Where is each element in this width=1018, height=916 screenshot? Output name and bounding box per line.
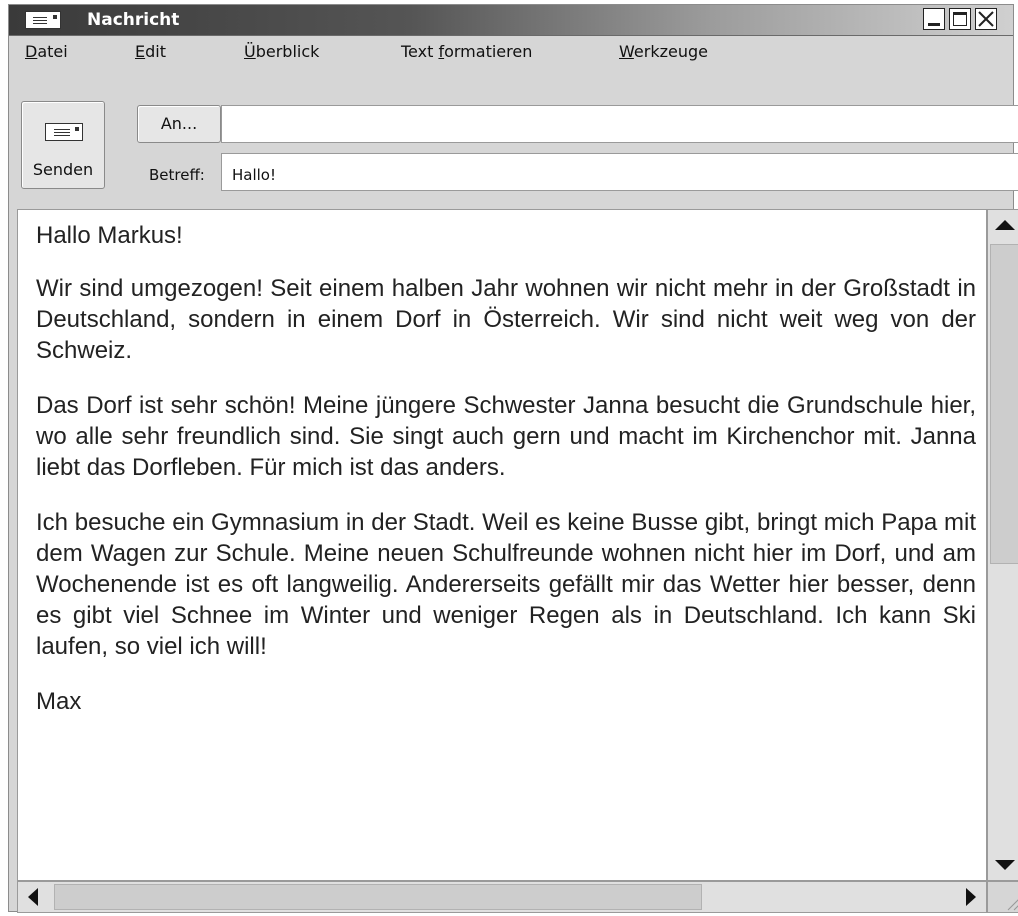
title-bar[interactable]: Nachricht (9, 5, 1013, 36)
menu-datei[interactable]: Datei (25, 42, 68, 61)
vertical-scroll-thumb[interactable] (990, 244, 1018, 564)
send-label: Senden (32, 160, 94, 179)
message-paragraph: Hallo Markus! (36, 222, 183, 249)
menu-bar: Datei Edit Überblick Text formatieren We… (9, 36, 1013, 66)
menu-ueberblick[interactable]: Überblick (244, 42, 319, 61)
window-title: Nachricht (87, 10, 180, 30)
maximize-button[interactable] (949, 8, 971, 30)
to-field[interactable] (221, 105, 1018, 143)
message-window: Nachricht Datei Edit Überblick Text form… (8, 4, 1018, 913)
message-paragraph: Max (36, 688, 82, 715)
scroll-up-arrow-icon[interactable] (988, 210, 1018, 242)
message-paragraph: Das Dorf ist sehr schön! Meine jüngere S… (36, 392, 976, 481)
message-paragraph: Ich besuche ein Gymnasium in der Stadt. … (36, 509, 976, 660)
close-icon (978, 11, 994, 27)
horizontal-scroll-thumb[interactable] (54, 884, 702, 910)
envelope-icon (45, 123, 83, 141)
menu-edit[interactable]: Edit (135, 42, 166, 61)
resize-grip-icon[interactable] (987, 881, 1018, 913)
send-button[interactable]: Senden (21, 101, 105, 189)
menu-werkzeuge[interactable]: Werkzeuge (619, 42, 708, 61)
scroll-left-arrow-icon[interactable] (18, 882, 50, 912)
close-button[interactable] (975, 8, 997, 30)
message-paragraph: Wir sind umgezogen! Seit einem halben Ja… (36, 275, 976, 364)
envelope-icon (25, 11, 61, 29)
menu-text-formatieren[interactable]: Text formatieren (401, 42, 532, 61)
subject-label: Betreff: (149, 166, 205, 184)
to-button[interactable]: An... (137, 105, 221, 143)
subject-field[interactable]: Hallo! (221, 153, 1018, 191)
scroll-right-arrow-icon[interactable] (954, 882, 986, 912)
vertical-scrollbar[interactable] (987, 209, 1018, 881)
scroll-down-arrow-icon[interactable] (988, 848, 1018, 880)
minimize-button[interactable] (923, 8, 945, 30)
message-text: Hallo Markus! Wir sind umgezogen! Seit e… (36, 220, 976, 741)
message-body[interactable]: Hallo Markus! Wir sind umgezogen! Seit e… (17, 209, 987, 881)
horizontal-scrollbar[interactable] (17, 881, 987, 913)
